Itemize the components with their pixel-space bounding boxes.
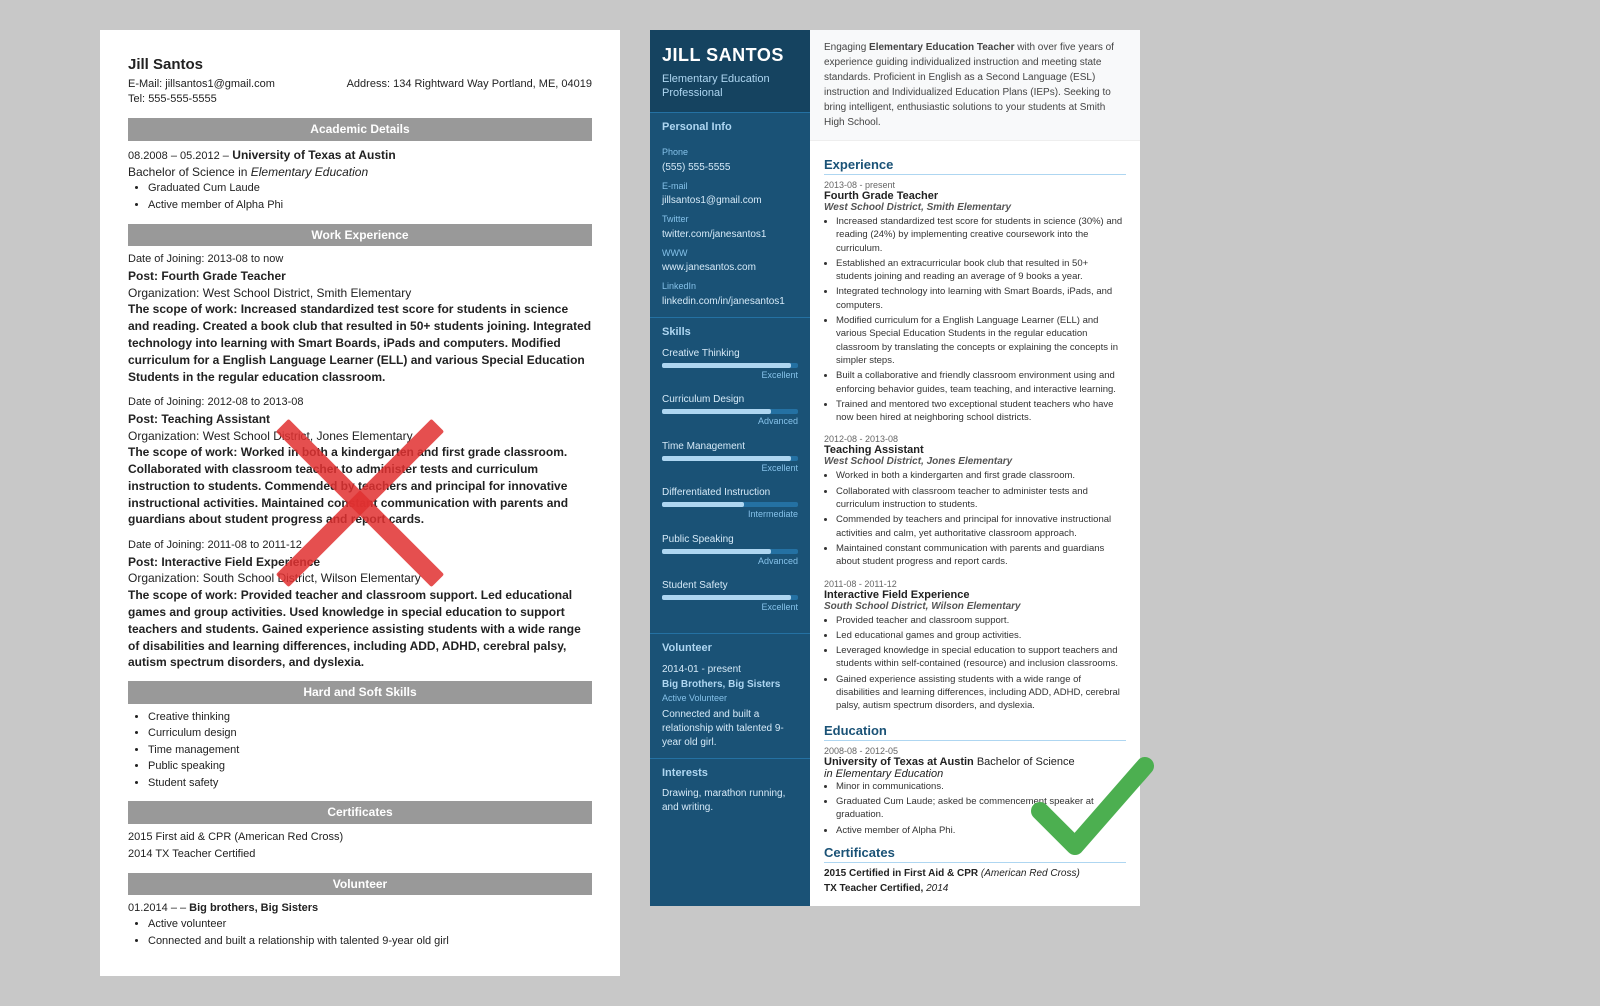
academic-header: Academic Details xyxy=(128,118,592,141)
exp-entry-2: 2012-08 - 2013-08 Teaching Assistant Wes… xyxy=(824,434,1126,568)
certs-header: Certificates xyxy=(128,801,592,824)
skills-content: Creative Thinking Excellent Curriculum D… xyxy=(650,342,810,633)
right-sidebar: JILL SANTOS Elementary Education Profess… xyxy=(650,30,810,906)
interests-title-sidebar: Interests xyxy=(650,758,810,783)
cert-right-2: TX Teacher Certified, 2014 xyxy=(824,883,1126,894)
resume-right: JILL SANTOS Elementary Education Profess… xyxy=(650,30,1140,906)
page-container: Jill Santos E-Mail: jillsantos1@gmail.co… xyxy=(100,30,1500,976)
skill-differentiated-instruction: Differentiated Instruction Intermediate xyxy=(662,485,798,522)
work-entry-3: Date of Joining: 2011-08 to 2011-12 Post… xyxy=(128,538,592,671)
work-header: Work Experience xyxy=(128,224,592,247)
cert-right-1: 2015 Certified in First Aid & CPR (Ameri… xyxy=(824,868,1126,879)
vol-header: Volunteer xyxy=(128,873,592,896)
experience-title: Experience xyxy=(824,157,1126,175)
vol-entry: 01.2014 – – Big brothers, Big Sisters Ac… xyxy=(128,901,592,949)
main-content: Experience 2013-08 - present Fourth Grad… xyxy=(810,141,1140,906)
volunteer-content: 2014-01 - present Big Brothers, Big Sist… xyxy=(650,658,810,759)
summary-bar: Engaging Elementary Education Teacher wi… xyxy=(810,30,1140,141)
exp-entry-1: 2013-08 - present Fourth Grade Teacher W… xyxy=(824,180,1126,424)
education-title: Education xyxy=(824,723,1126,741)
work-entry-2: Date of Joining: 2012-08 to 2013-08 Post… xyxy=(128,395,592,528)
tel-line: Tel: 555-555-5555 xyxy=(128,92,275,107)
skill-student-safety: Student Safety Excellent xyxy=(662,578,798,615)
email-line: E-Mail: jillsantos1@gmail.com xyxy=(128,77,275,92)
edu-bullets: Graduated Cum Laude Active member of Alp… xyxy=(148,181,592,214)
school-name: University of Texas at Austin xyxy=(232,148,395,162)
work-entry-1: Date of Joining: 2013-08 to now Post: Fo… xyxy=(128,252,592,385)
cert-2: 2014 TX Teacher Certified xyxy=(128,847,592,862)
skill-curriculum-design: Curriculum Design Advanced xyxy=(662,392,798,429)
skill-public-speaking: Public Speaking Advanced xyxy=(662,532,798,569)
sidebar-header: JILL SANTOS Elementary Education Profess… xyxy=(650,30,810,112)
skills-header: Hard and Soft Skills xyxy=(128,681,592,704)
interests-content: Drawing, marathon running, and writing. xyxy=(650,783,810,823)
left-name: Jill Santos xyxy=(128,54,592,75)
vol-bullets: Active volunteer Connected and built a r… xyxy=(148,917,592,950)
personal-info-title: Personal Info xyxy=(650,112,810,137)
resume-right-wrapper: JILL SANTOS Elementary Education Profess… xyxy=(650,30,1140,906)
skills-list: Creative thinking Curriculum design Time… xyxy=(148,710,592,791)
volunteer-title-sidebar: Volunteer xyxy=(650,633,810,658)
personal-info-content: Phone (555) 555-5555 E-mail jillsantos1@… xyxy=(650,137,810,317)
certs-title-right: Certificates xyxy=(824,845,1126,863)
address-line: Address: 134 Rightward Way Portland, ME,… xyxy=(347,77,592,92)
contact-row: E-Mail: jillsantos1@gmail.com Tel: 555-5… xyxy=(128,77,592,108)
exp-entry-3: 2011-08 - 2011-12 Interactive Field Expe… xyxy=(824,579,1126,713)
skill-time-management: Time Management Excellent xyxy=(662,439,798,476)
edu-right-1: 2008-08 - 2012-05 University of Texas at… xyxy=(824,746,1126,837)
skill-creative-thinking: Creative Thinking Excellent xyxy=(662,346,798,383)
edu-item: 08.2008 – 05.2012 – University of Texas … xyxy=(128,147,592,214)
skills-title-sidebar: Skills xyxy=(650,317,810,342)
cert-1: 2015 First aid & CPR (American Red Cross… xyxy=(128,830,592,845)
resume-left: Jill Santos E-Mail: jillsantos1@gmail.co… xyxy=(100,30,620,976)
sidebar-name: JILL SANTOS xyxy=(662,46,798,66)
right-main: Engaging Elementary Education Teacher wi… xyxy=(810,30,1140,906)
sidebar-title: Elementary Education Professional xyxy=(662,72,798,101)
degree-text: Bachelor of Science in Elementary Educat… xyxy=(128,164,592,181)
